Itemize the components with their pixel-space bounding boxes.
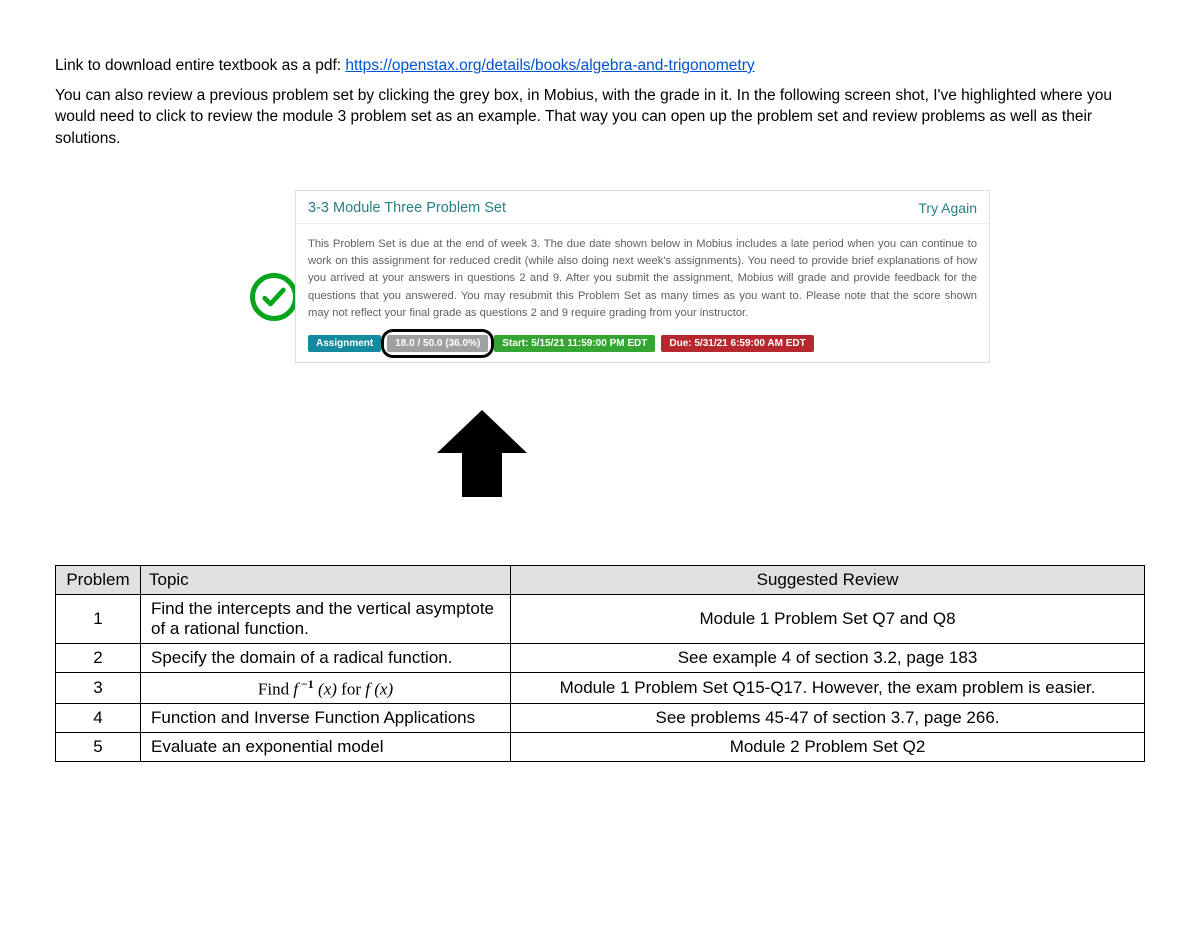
cell-topic: Evaluate an exponential model [141,733,511,762]
th-review: Suggested Review [511,565,1145,594]
cell-topic: Specify the domain of a radical function… [141,643,511,672]
cell-problem: 1 [56,594,141,643]
problem-set-card: 3-3 Module Three Problem Set Try Again T… [295,190,990,363]
due-date-badge: Due: 5/31/21 6:59:00 AM EDT [661,335,813,352]
assignment-badge: Assignment [308,335,381,352]
cell-review: See example 4 of section 3.2, page 183 [511,643,1145,672]
cell-problem: 4 [56,704,141,733]
math-expression: Find f −1 (x) for f (x) [151,677,500,700]
intro-line-1: Link to download entire textbook as a pd… [55,55,1145,77]
table-row: 3 Find f −1 (x) for f (x) Module 1 Probl… [56,672,1145,704]
th-topic: Topic [141,565,511,594]
score-badge[interactable]: 18.0 / 50.0 (36.0%) [387,335,488,352]
table-row: 5 Evaluate an exponential model Module 2… [56,733,1145,762]
cell-topic: Find the intercepts and the vertical asy… [141,594,511,643]
cell-topic: Find f −1 (x) for f (x) [141,672,511,704]
card-pill-row: Assignment 18.0 / 50.0 (36.0%) Start: 5/… [296,335,989,362]
cell-review: Module 2 Problem Set Q2 [511,733,1145,762]
table-row: 4 Function and Inverse Function Applicat… [56,704,1145,733]
table-row: 2 Specify the domain of a radical functi… [56,643,1145,672]
cell-review: See problems 45-47 of section 3.7, page … [511,704,1145,733]
cell-problem: 3 [56,672,141,704]
card-description: This Problem Set is due at the end of we… [296,224,989,335]
intro-prefix: Link to download entire textbook as a pd… [55,57,345,74]
cell-review: Module 1 Problem Set Q15-Q17. However, t… [511,672,1145,704]
cell-review: Module 1 Problem Set Q7 and Q8 [511,594,1145,643]
cell-topic: Function and Inverse Function Applicatio… [141,704,511,733]
score-text: 18.0 / 50.0 (36.0%) [395,338,480,349]
checkmark-circle-icon [250,273,298,321]
cell-problem: 2 [56,643,141,672]
card-title[interactable]: 3-3 Module Three Problem Set [308,200,506,216]
screenshot-illustration: 3-3 Module Three Problem Set Try Again T… [55,190,1145,520]
cell-problem: 5 [56,733,141,762]
problems-table: Problem Topic Suggested Review 1 Find th… [55,565,1145,763]
try-again-link[interactable]: Try Again [918,200,977,216]
table-row: 1 Find the intercepts and the vertical a… [56,594,1145,643]
textbook-link[interactable]: https://openstax.org/details/books/algeb… [345,57,754,74]
up-arrow-icon [427,405,537,505]
th-problem: Problem [56,565,141,594]
intro-line-2: You can also review a previous problem s… [55,85,1145,150]
start-date-badge: Start: 5/15/21 11:59:00 PM EDT [494,335,655,352]
